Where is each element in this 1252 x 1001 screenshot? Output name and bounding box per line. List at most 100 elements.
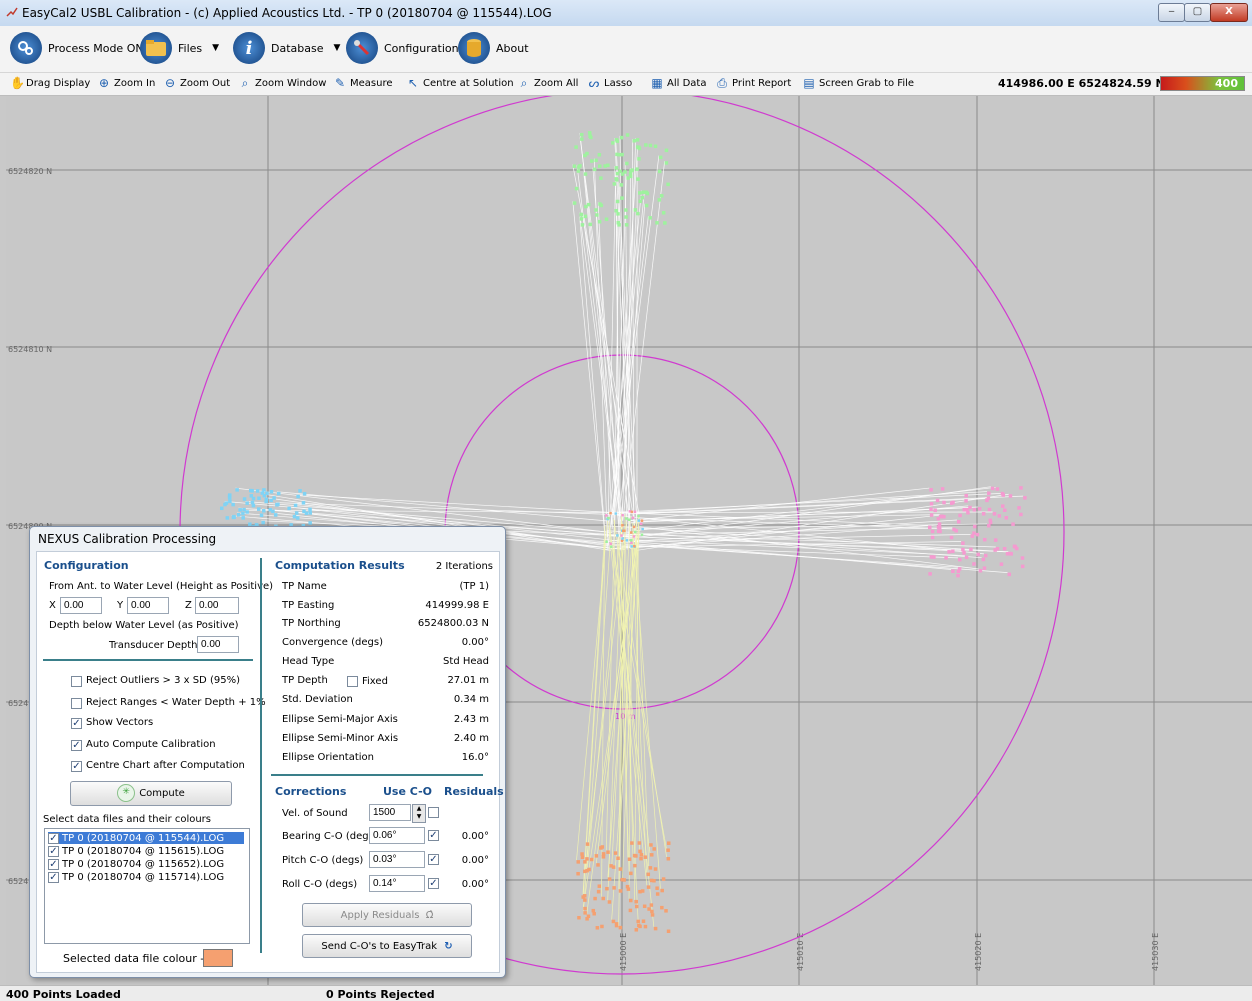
auto-compute-checkbox[interactable]: ✓ (71, 740, 82, 751)
zoom-all-button[interactable]: ⌕Zoom All (518, 77, 578, 89)
files-button[interactable]: Files ▼ (140, 31, 219, 65)
pitch-use-checkbox[interactable]: ✓ (428, 854, 439, 865)
compute-icon: ✳ (117, 784, 135, 802)
centre-solution-label: Centre at Solution (423, 78, 514, 89)
z-offset-input[interactable] (195, 597, 239, 614)
reject-ranges-checkbox[interactable] (71, 698, 82, 709)
bearing-co-input[interactable] (369, 827, 425, 844)
west-data-point (264, 500, 268, 504)
east-data-point (961, 541, 965, 545)
north-data-point (634, 208, 638, 212)
west-data-point (232, 515, 236, 519)
zoom-in-label: Zoom In (114, 78, 155, 89)
vel-sound-input[interactable] (369, 804, 411, 821)
south-data-point (635, 900, 639, 904)
x-label: X (49, 600, 56, 611)
column-separator (260, 558, 262, 953)
roll-co-input[interactable] (369, 875, 425, 892)
south-data-point (666, 848, 670, 852)
south-data-point (581, 856, 585, 860)
south-data-point (583, 907, 587, 911)
file-checkbox[interactable]: ✓ (48, 846, 59, 857)
north-data-point (629, 175, 633, 179)
show-vectors-checkbox[interactable]: ✓ (71, 718, 82, 729)
apply-residuals-button[interactable]: Apply Residuals Ω̂ (302, 903, 472, 927)
south-data-point (616, 857, 620, 861)
north-data-point (588, 131, 592, 135)
lasso-button[interactable]: ᔕLasso (588, 77, 632, 89)
north-data-point (613, 182, 617, 186)
file-checkbox[interactable]: ✓ (48, 872, 59, 883)
north-data-point (598, 164, 602, 168)
app-icon (6, 6, 18, 18)
zoom-in-button[interactable]: ⊕Zoom In (98, 77, 155, 89)
west-data-point (287, 507, 291, 511)
about-label: About (496, 42, 529, 55)
roll-use-checkbox[interactable]: ✓ (428, 878, 439, 889)
centre-chart-checkbox[interactable]: ✓ (71, 761, 82, 772)
minimize-button[interactable]: ‒ (1158, 3, 1185, 22)
screen-grab-button[interactable]: ▤Screen Grab to File (803, 77, 914, 89)
refresh-icon: ↻ (444, 941, 452, 952)
print-report-button[interactable]: ⎙Print Report (716, 77, 791, 89)
west-data-point (296, 516, 300, 520)
zoom-out-button[interactable]: ⊖Zoom Out (164, 77, 230, 89)
list-item[interactable]: ✓TP 0 (20180704 @ 115615).LOG (48, 845, 224, 857)
reject-outliers-checkbox[interactable] (71, 676, 82, 687)
list-item[interactable]: ✓TP 0 (20180704 @ 115652).LOG (48, 858, 224, 870)
north-data-point (616, 200, 620, 204)
bearing-use-checkbox[interactable]: ✓ (428, 830, 439, 841)
pitch-co-input[interactable] (369, 851, 425, 868)
file-checkbox[interactable]: ✓ (48, 833, 59, 844)
send-cos-button[interactable]: Send C-O's to EasyTrak ↻ (302, 934, 472, 958)
north-data-point (577, 169, 581, 173)
transducer-depth-input[interactable] (197, 636, 239, 653)
compute-button[interactable]: ✳Compute (70, 781, 232, 806)
maximize-button[interactable]: ▢ (1184, 3, 1211, 22)
about-button[interactable]: About (458, 31, 529, 65)
south-data-point (581, 895, 585, 899)
tp-depth-value: 27.01 m (387, 675, 489, 686)
list-item[interactable]: ✓TP 0 (20180704 @ 115544).LOG (48, 832, 244, 844)
east-data-point (944, 556, 948, 560)
cursor-icon: ↖ (407, 77, 419, 89)
file-colour-swatch[interactable] (203, 949, 233, 967)
east-data-point (928, 572, 932, 576)
east-data-point (958, 558, 962, 562)
measure-button[interactable]: ✎Measure (334, 77, 393, 89)
y-offset-input[interactable] (127, 597, 169, 614)
process-mode-button[interactable]: Process Mode ON (10, 31, 144, 65)
screen-grab-label: Screen Grab to File (819, 78, 914, 89)
drag-display-button[interactable]: ✋Drag Display (10, 77, 90, 89)
bearing-co-label: Bearing C-O (degs) (282, 831, 378, 842)
vel-sound-checkbox[interactable] (428, 807, 439, 818)
chevron-down-icon[interactable]: ▼ (212, 43, 219, 53)
configuration-button[interactable]: Configuration (346, 31, 459, 65)
solution-point (632, 517, 635, 520)
east-data-point (931, 530, 935, 534)
tp-easting-value: 414999.98 E (387, 600, 489, 611)
data-file-list[interactable]: ✓TP 0 (20180704 @ 115544).LOG ✓TP 0 (201… (44, 828, 250, 944)
zoom-window-button[interactable]: ⌕Zoom Window (239, 77, 326, 89)
east-data-point (987, 496, 991, 500)
west-data-point (257, 507, 261, 511)
close-button[interactable]: X (1210, 3, 1248, 22)
north-data-point (654, 145, 658, 149)
send-cos-label: Send C-O's to EasyTrak (321, 941, 437, 952)
list-item[interactable]: ✓TP 0 (20180704 @ 115714).LOG (48, 871, 224, 883)
north-data-point (615, 138, 619, 142)
chevron-down-icon[interactable]: ▼ (334, 43, 341, 53)
all-data-button[interactable]: ▦All Data (651, 77, 706, 89)
north-data-point (581, 223, 585, 227)
south-data-point (590, 858, 594, 862)
tp-name-label: TP Name (282, 581, 327, 592)
west-data-point (260, 513, 264, 517)
file-checkbox[interactable]: ✓ (48, 859, 59, 870)
north-data-point (579, 213, 583, 217)
fixed-depth-checkbox[interactable] (347, 676, 358, 687)
database-button[interactable]: i Database ▼ (233, 31, 340, 65)
centre-solution-button[interactable]: ↖ Centre at Solution (407, 77, 514, 89)
roll-co-label: Roll C-O (degs) (282, 879, 357, 890)
x-offset-input[interactable] (60, 597, 102, 614)
vel-sound-spinner[interactable]: ▲▼ (412, 804, 426, 823)
